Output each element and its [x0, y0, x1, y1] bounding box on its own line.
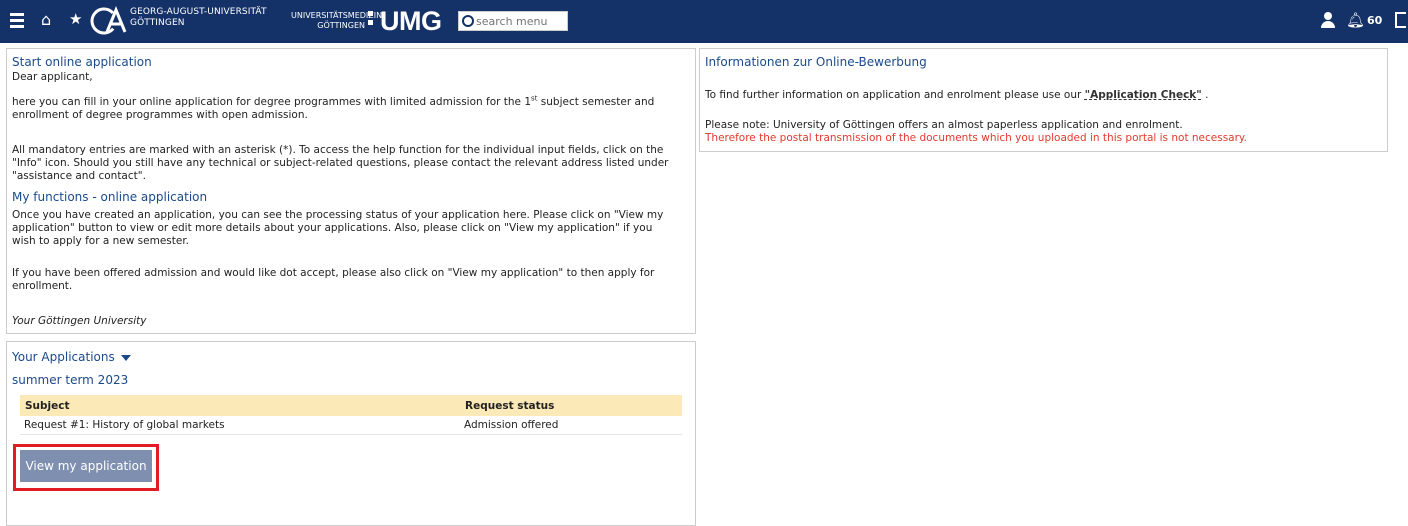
start-application-panel: Start online application Dear applicant,…	[6, 48, 696, 334]
intro-paragraph: here you can fill in your online applica…	[12, 94, 655, 121]
menu-icon[interactable]	[10, 13, 24, 31]
bell-icon[interactable]: 🔔︎	[1346, 11, 1365, 29]
umg-name: UNIVERSITÄTSMEDIZIN GÖTTINGEN	[291, 11, 383, 30]
enrollment-paragraph: If you have been offered admission and w…	[12, 267, 655, 292]
functions-paragraph: Once you have created an application, yo…	[12, 209, 664, 247]
panel-title: Start online application	[12, 55, 152, 69]
table-row: Request #1: History of global markets Ad…	[20, 416, 682, 435]
column-header: Request status	[460, 395, 682, 416]
search-menu[interactable]	[458, 11, 568, 31]
umg-logo-dots	[368, 11, 376, 29]
logout-icon[interactable]	[1395, 12, 1406, 28]
search-icon	[462, 15, 474, 27]
notification-count[interactable]: 60	[1367, 14, 1382, 27]
university-name: GEORG-AUGUST-UNIVERSITÄT GÖTTINGEN	[130, 7, 267, 28]
applications-toggle[interactable]: Your Applications	[12, 350, 131, 364]
column-header: Subject	[20, 395, 460, 416]
star-icon[interactable]: ★	[69, 12, 82, 27]
info-text: To find further information on applicati…	[705, 89, 1209, 101]
university-logo[interactable]	[89, 6, 129, 36]
applications-table: Subject Request status Request #1: Histo…	[20, 395, 682, 435]
info-note-red: Therefore the postal transmission of the…	[705, 132, 1247, 144]
functions-title: My functions - online application	[12, 190, 208, 204]
umg-logo[interactable]: UMG	[380, 6, 442, 37]
info-note: Please note: University of Göttingen off…	[705, 119, 1183, 131]
home-icon[interactable]: ⌂	[41, 12, 51, 28]
search-input[interactable]	[476, 13, 564, 29]
applications-panel: Your Applications summer term 2023 Subje…	[6, 341, 696, 526]
table-header-row: Subject Request status	[20, 395, 682, 416]
chevron-down-icon[interactable]	[120, 354, 131, 361]
view-my-application-button[interactable]: View my application	[20, 450, 152, 482]
user-icon[interactable]	[1320, 12, 1336, 28]
subject-cell: Request #1: History of global markets	[20, 416, 460, 435]
signature: Your Göttingen University	[12, 315, 147, 327]
info-panel: Informationen zur Online-Bewerbung To fi…	[699, 48, 1388, 152]
mandatory-paragraph: All mandatory entries are marked with an…	[12, 144, 669, 182]
application-check-link[interactable]: "Application Check"	[1085, 89, 1202, 101]
top-navigation-bar: ⌂ ★ GEORG-AUGUST-UNIVERSITÄT GÖTTINGEN U…	[0, 0, 1408, 43]
status-cell: Admission offered	[460, 416, 682, 435]
term-title: summer term 2023	[12, 373, 129, 387]
info-title: Informationen zur Online-Bewerbung	[705, 55, 927, 69]
greeting: Dear applicant,	[12, 71, 93, 83]
